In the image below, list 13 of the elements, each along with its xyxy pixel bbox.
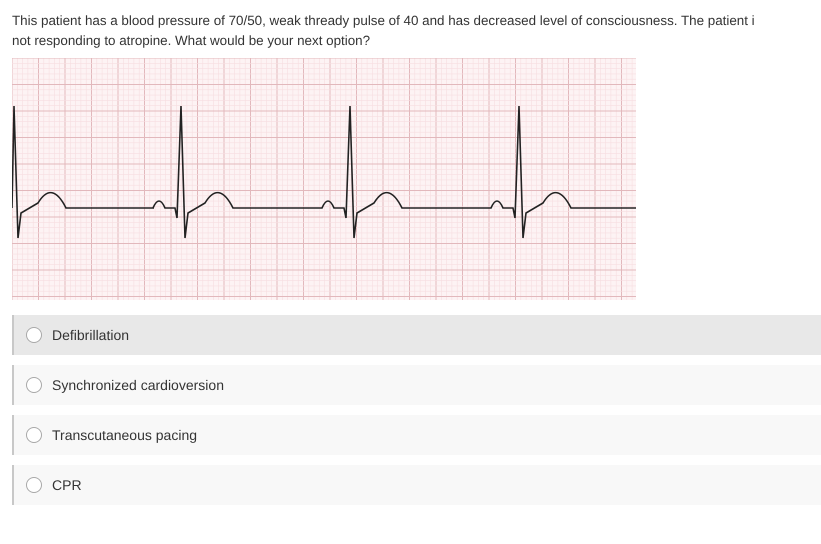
option-label: Transcutaneous pacing [52,427,198,443]
option-label: CPR [52,477,82,493]
radio-button[interactable] [26,427,42,443]
radio-button[interactable] [26,327,42,343]
option-label: Defibrillation [52,327,130,343]
question-text: This patient has a blood pressure of 70/50, weak thready pulse of 40 and has decreased level of consciousness. The patient i not responding to atropine. What would be your next option? [11,12,756,50]
answer-option[interactable]: Transcutaneous pacing [12,415,821,455]
radio-button[interactable] [26,377,42,393]
answer-option[interactable]: Defibrillation [12,315,821,355]
option-label: Synchronized cardioversion [52,377,224,393]
answer-option[interactable]: Synchronized cardioversion [12,365,821,405]
radio-button[interactable] [26,477,42,493]
answer-option[interactable]: CPR [12,465,821,505]
